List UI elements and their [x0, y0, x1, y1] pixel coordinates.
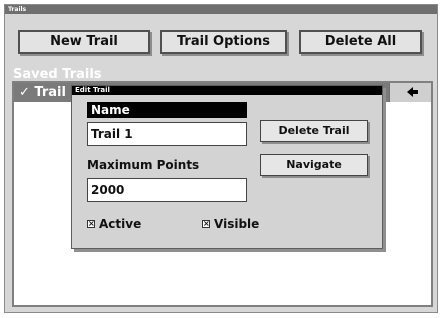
list-arrow-button[interactable]: [389, 83, 431, 102]
active-check-icon: ×: [87, 219, 95, 228]
active-checkbox[interactable]: × Active: [87, 217, 141, 231]
name-label: Name: [87, 102, 247, 118]
max-points-field[interactable]: 2000: [87, 178, 247, 202]
new-trail-button[interactable]: New Trail: [18, 30, 150, 54]
delete-all-button[interactable]: Delete All: [299, 30, 422, 54]
dialog-title: Edit Trail: [72, 86, 382, 95]
navigate-button[interactable]: Navigate: [260, 154, 368, 176]
saved-trails-label: Saved Trails: [13, 67, 102, 82]
delete-trail-button[interactable]: Delete Trail: [260, 120, 368, 142]
visible-label: Visible: [214, 217, 260, 231]
window-title: Trails: [5, 5, 437, 14]
saved-trail-label: ✓ Trail: [19, 85, 66, 100]
visible-check-icon: ×: [202, 219, 210, 228]
max-points-label: Maximum Points: [87, 158, 200, 172]
arrow-icon: [407, 87, 418, 97]
trail-options-button[interactable]: Trail Options: [160, 30, 287, 54]
active-label: Active: [99, 217, 142, 231]
visible-checkbox[interactable]: × Visible: [202, 217, 259, 231]
name-field[interactable]: Trail 1: [87, 122, 247, 146]
edit-trail-dialog: Edit Trail Name Trail 1 Delete Trail Nav…: [71, 85, 383, 249]
trails-window: Trails New Trail Trail Options Delete Al…: [4, 4, 438, 313]
